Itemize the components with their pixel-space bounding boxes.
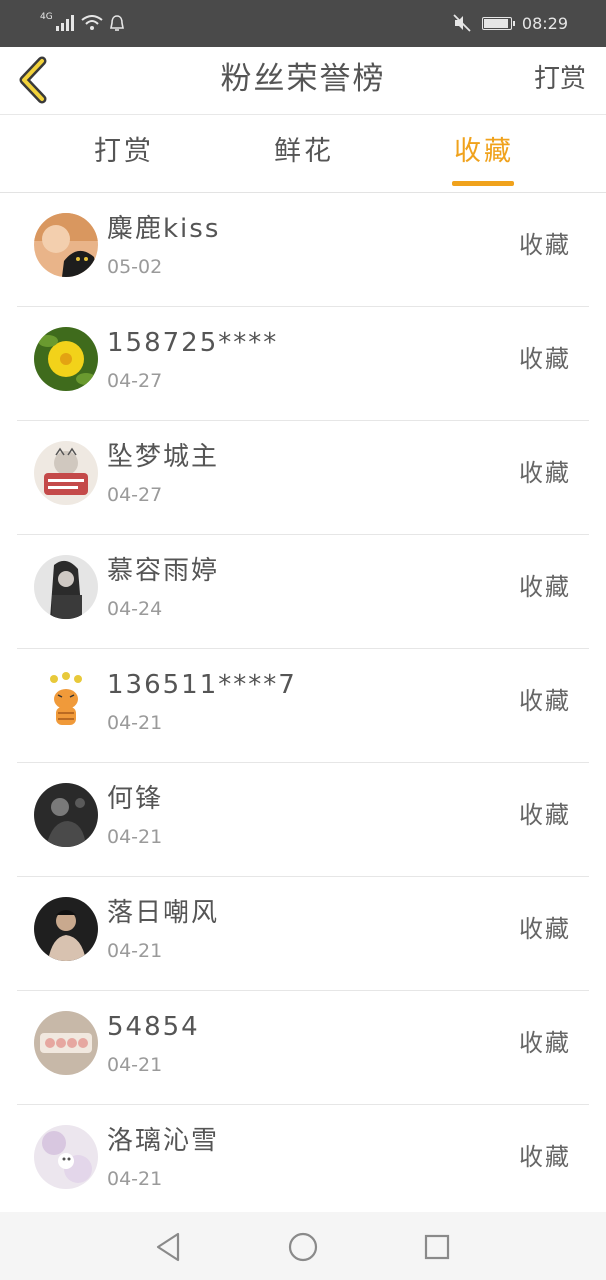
user-name: 何锋 — [107, 784, 164, 814]
user-name: 158725**** — [107, 328, 279, 358]
favorite-label: 收藏 — [519, 1029, 571, 1057]
date-label: 04-27 — [107, 484, 163, 506]
user-name: 54854 — [107, 1012, 200, 1042]
date-label: 04-21 — [107, 940, 163, 962]
favorite-label: 收藏 — [519, 801, 571, 829]
favorite-label: 收藏 — [519, 345, 571, 373]
favorite-label: 收藏 — [519, 573, 571, 601]
list-item[interactable]: 54854 04-21 收藏 — [17, 991, 589, 1105]
avatar — [34, 327, 98, 391]
favorite-label: 收藏 — [519, 687, 571, 715]
status-right: 08:29 — [452, 12, 568, 34]
tab-reward[interactable]: 打赏 — [94, 133, 154, 171]
status-bar: 4G 08:29 — [0, 0, 606, 47]
list-item[interactable]: 麋鹿kiss 05-02 收藏 — [17, 193, 589, 307]
network-type: 4G — [40, 12, 53, 22]
user-name: 麋鹿kiss — [107, 214, 221, 244]
date-label: 04-21 — [107, 826, 163, 848]
favorite-label: 收藏 — [519, 915, 571, 943]
date-label: 04-21 — [107, 1168, 163, 1190]
date-label: 04-21 — [107, 712, 163, 734]
favorite-label: 收藏 — [519, 231, 571, 259]
list-item[interactable]: 158725**** 04-27 收藏 — [17, 307, 589, 421]
system-nav-bar — [0, 1212, 606, 1280]
fan-list: 麋鹿kiss 05-02 收藏 158725**** 04-27 收藏 坠梦城主… — [0, 193, 606, 1219]
header-bar: 粉丝荣誉榜 打赏 — [0, 47, 606, 115]
user-name: 136511****7 — [107, 670, 297, 700]
notification-icon — [109, 15, 124, 31]
user-name: 落日嘲风 — [107, 898, 220, 928]
tab-flowers[interactable]: 鲜花 — [274, 133, 334, 171]
avatar — [34, 441, 98, 505]
active-tab-indicator — [452, 181, 514, 186]
tab-bar: 打赏 鲜花 收藏 — [0, 115, 606, 193]
avatar — [34, 1125, 98, 1189]
date-label: 04-27 — [107, 370, 163, 392]
date-label: 05-02 — [107, 256, 163, 278]
favorite-label: 收藏 — [519, 1143, 571, 1171]
list-item[interactable]: 慕容雨婷 04-24 收藏 — [17, 535, 589, 649]
list-item[interactable]: 何锋 04-21 收藏 — [17, 763, 589, 877]
status-time: 08:29 — [521, 13, 568, 33]
battery-icon — [481, 16, 515, 30]
user-name: 洛璃沁雪 — [107, 1126, 220, 1156]
signal-icon — [55, 15, 74, 31]
user-name: 慕容雨婷 — [107, 556, 220, 586]
reward-button[interactable]: 打赏 — [534, 59, 586, 99]
list-item[interactable]: 坠梦城主 04-27 收藏 — [17, 421, 589, 535]
avatar — [34, 213, 98, 277]
avatar — [34, 783, 98, 847]
favorite-label: 收藏 — [519, 459, 571, 487]
mute-icon — [453, 14, 471, 32]
back-triangle-icon[interactable] — [152, 1230, 186, 1264]
avatar — [34, 1011, 98, 1075]
avatar — [34, 669, 98, 733]
list-item[interactable]: 136511****7 04-21 收藏 — [17, 649, 589, 763]
status-left: 4G — [40, 12, 125, 34]
date-label: 04-21 — [107, 1054, 163, 1076]
list-item[interactable]: 落日嘲风 04-21 收藏 — [17, 877, 589, 991]
list-item[interactable]: 洛璃沁雪 04-21 收藏 — [17, 1105, 589, 1219]
recents-square-icon[interactable] — [420, 1230, 454, 1264]
home-circle-icon[interactable] — [286, 1230, 320, 1264]
date-label: 04-24 — [107, 598, 163, 620]
page-title: 粉丝荣誉榜 — [220, 61, 386, 97]
avatar — [34, 555, 98, 619]
avatar — [34, 897, 98, 961]
tab-favorites[interactable]: 收藏 — [454, 133, 514, 171]
wifi-icon — [81, 15, 103, 30]
user-name: 坠梦城主 — [107, 442, 220, 472]
